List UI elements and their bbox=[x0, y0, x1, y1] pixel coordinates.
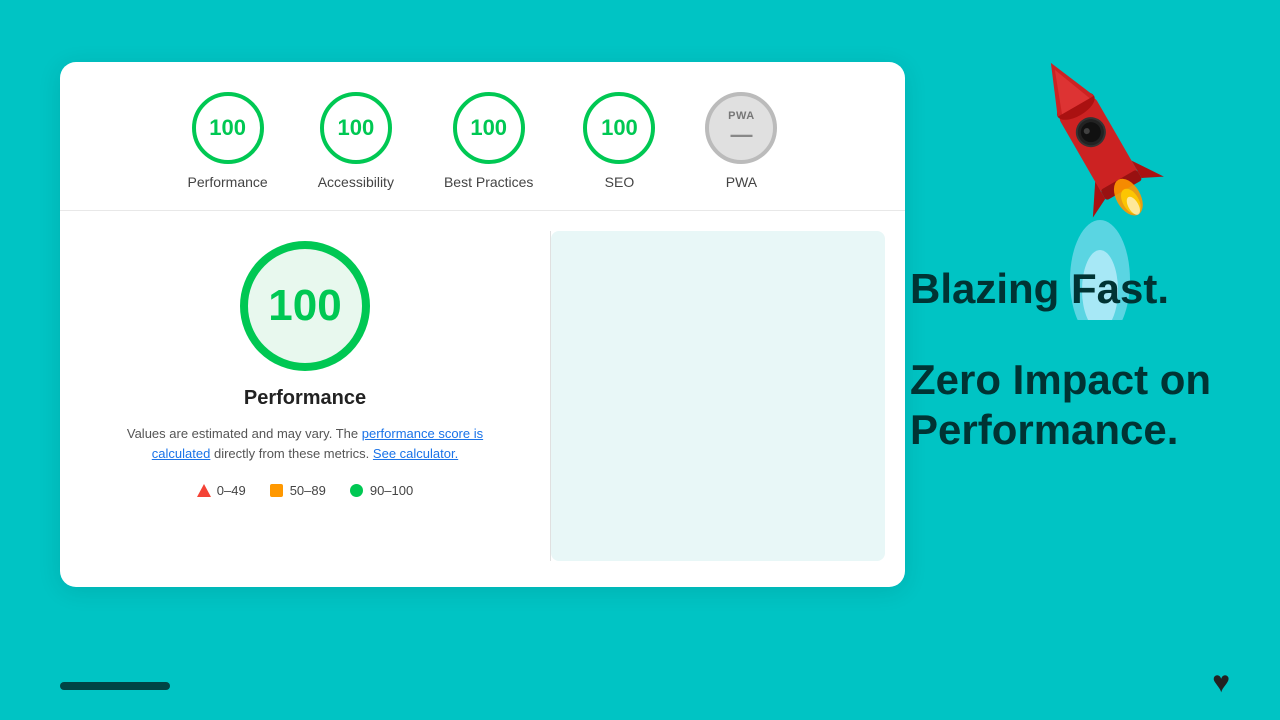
legend-item-green: 90–100 bbox=[350, 483, 413, 498]
score-item-seo: 100 SEO bbox=[583, 92, 655, 190]
score-item-pwa: PWA — PWA bbox=[705, 92, 777, 190]
score-value-performance: 100 bbox=[209, 115, 246, 141]
zero-impact-heading: Zero Impact on Performance. bbox=[910, 355, 1230, 456]
left-panel: 100 Performance Values are estimated and… bbox=[60, 211, 550, 581]
score-item-accessibility: 100 Accessibility bbox=[318, 92, 394, 190]
lighthouse-card: 100 Performance 100 Accessibility 100 Be… bbox=[60, 62, 905, 587]
legend-range-orange: 50–89 bbox=[290, 483, 326, 498]
score-value-seo: 100 bbox=[601, 115, 638, 141]
right-panel bbox=[551, 231, 885, 561]
desc-start: Values are estimated and may vary. The bbox=[127, 426, 358, 441]
score-circle-pwa: PWA — bbox=[705, 92, 777, 164]
calculator-link[interactable]: See calculator. bbox=[373, 446, 458, 461]
red-triangle-icon bbox=[197, 484, 211, 498]
bottom-section: 100 Performance Values are estimated and… bbox=[60, 211, 905, 581]
legend: 0–49 50–89 90–100 bbox=[197, 483, 413, 498]
score-label-performance: Performance bbox=[188, 174, 268, 190]
score-label-best-practices: Best Practices bbox=[444, 174, 533, 190]
bottom-bar bbox=[60, 682, 170, 690]
score-item-best-practices: 100 Best Practices bbox=[444, 92, 533, 190]
scores-row: 100 Performance 100 Accessibility 100 Be… bbox=[60, 62, 905, 211]
green-circle-icon bbox=[350, 484, 364, 498]
score-item-performance: 100 Performance bbox=[188, 92, 268, 190]
description-text: Values are estimated and may vary. The p… bbox=[115, 424, 495, 463]
desc-middle: directly from these metrics. bbox=[214, 446, 369, 461]
score-value-accessibility: 100 bbox=[337, 115, 374, 141]
big-score-value: 100 bbox=[268, 281, 341, 331]
score-circle-best-practices: 100 bbox=[453, 92, 525, 164]
score-circle-seo: 100 bbox=[583, 92, 655, 164]
score-circle-performance: 100 bbox=[192, 92, 264, 164]
pwa-label-inner: PWA bbox=[728, 110, 755, 122]
blazing-heading: Blazing Fast. bbox=[910, 264, 1230, 314]
orange-square-icon bbox=[270, 484, 284, 498]
score-label-seo: SEO bbox=[605, 174, 635, 190]
legend-range-green: 90–100 bbox=[370, 483, 413, 498]
score-circle-accessibility: 100 bbox=[320, 92, 392, 164]
big-score-label: Performance bbox=[244, 387, 366, 410]
big-score-circle: 100 bbox=[240, 241, 370, 371]
score-label-accessibility: Accessibility bbox=[318, 174, 394, 190]
legend-item-orange: 50–89 bbox=[270, 483, 326, 498]
heart-icon: ♥ bbox=[1212, 666, 1230, 700]
score-value-best-practices: 100 bbox=[470, 115, 507, 141]
score-label-pwa: PWA bbox=[726, 174, 757, 190]
legend-range-red: 0–49 bbox=[217, 483, 246, 498]
right-side: Blazing Fast. Zero Impact on Performance… bbox=[860, 0, 1280, 720]
pwa-dash: — bbox=[730, 124, 752, 146]
legend-item-red: 0–49 bbox=[197, 483, 246, 498]
